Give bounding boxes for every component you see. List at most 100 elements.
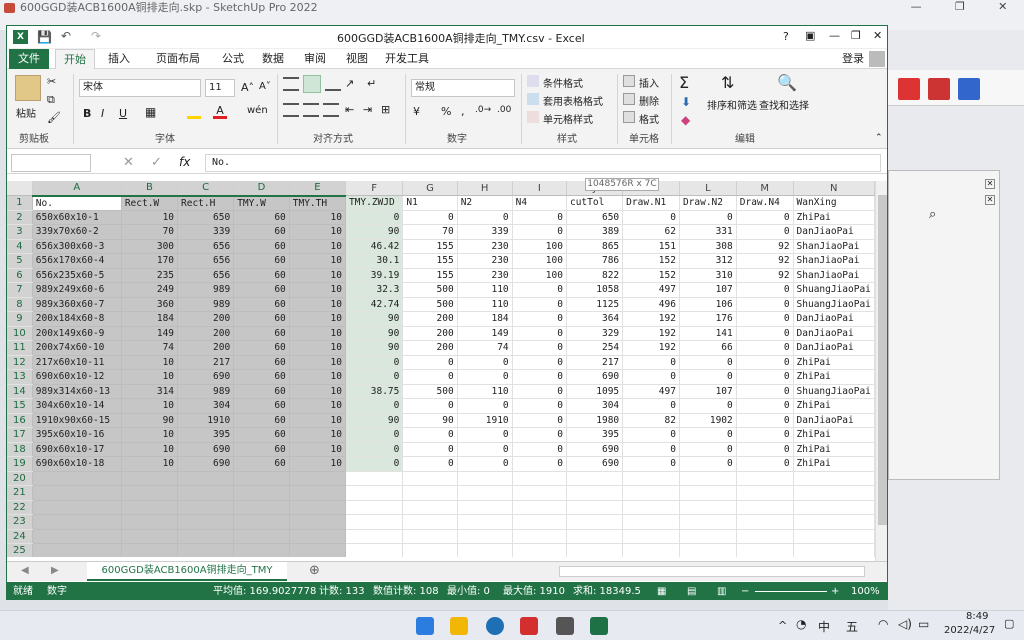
column-header[interactable]: D: [233, 181, 290, 197]
sort-filter-button[interactable]: 排序和筛选: [707, 97, 757, 112]
format-cells-button[interactable]: 格式: [639, 111, 659, 126]
cell[interactable]: Draw.N4: [736, 195, 794, 211]
cell[interactable]: 0: [345, 355, 404, 370]
tab-insert[interactable]: 插入: [99, 49, 139, 69]
cell[interactable]: 90: [345, 311, 404, 327]
cell[interactable]: DanJiaoPai: [793, 224, 875, 240]
cell[interactable]: 200x149x60-9: [32, 326, 122, 341]
cell[interactable]: TMY.W: [233, 195, 290, 211]
row-header[interactable]: 21: [7, 485, 33, 501]
cell[interactable]: [233, 514, 290, 530]
cell[interactable]: 110: [457, 297, 513, 312]
row-header[interactable]: 2: [7, 210, 33, 225]
cell[interactable]: [121, 471, 179, 486]
excel-taskbar-icon[interactable]: [590, 617, 608, 635]
column-header[interactable]: N: [793, 181, 875, 196]
zoom-out-icon[interactable]: −: [741, 582, 749, 599]
formula-input[interactable]: No.: [205, 154, 881, 172]
cell[interactable]: 110: [457, 282, 513, 298]
cell-style-icon[interactable]: [527, 111, 539, 123]
row-header[interactable]: 24: [7, 529, 33, 544]
wrap-text-icon[interactable]: ↵: [367, 77, 376, 90]
row-header[interactable]: 8: [7, 297, 33, 312]
column-header[interactable]: H: [457, 181, 513, 196]
volume-icon[interactable]: ◁): [898, 617, 912, 631]
restore-icon[interactable]: ❐: [955, 0, 965, 16]
cell[interactable]: DanJiaoPai: [793, 413, 875, 428]
paste-icon[interactable]: [15, 75, 41, 101]
cell[interactable]: Rect.H: [177, 195, 235, 211]
cell[interactable]: 312: [679, 253, 737, 269]
cell[interactable]: 0: [736, 224, 794, 240]
cell[interactable]: [793, 514, 875, 530]
cell[interactable]: 92: [736, 253, 794, 269]
cell[interactable]: 10: [289, 384, 346, 399]
cell-style-button[interactable]: 单元格样式: [543, 111, 593, 126]
cell[interactable]: 217x60x10-11: [32, 355, 122, 370]
cell[interactable]: [566, 485, 624, 501]
clock-time[interactable]: 8:49: [966, 611, 988, 622]
cell[interactable]: 0: [402, 210, 458, 225]
cell[interactable]: [289, 500, 346, 515]
cell[interactable]: Rect.W: [121, 195, 179, 211]
cell[interactable]: 1902: [679, 413, 737, 428]
cell[interactable]: 100: [512, 268, 567, 283]
cell[interactable]: [512, 529, 567, 544]
cell[interactable]: [793, 543, 875, 557]
cell[interactable]: 110: [457, 384, 513, 399]
cell[interactable]: [622, 471, 680, 486]
cell[interactable]: [345, 500, 404, 515]
cell[interactable]: 74: [121, 340, 179, 356]
tab-page-layout[interactable]: 页面布局: [145, 49, 211, 69]
align-bottom-icon[interactable]: [325, 77, 341, 91]
cell[interactable]: ShanJiaoPai: [793, 268, 875, 283]
currency-icon[interactable]: ¥: [413, 105, 420, 118]
cell[interactable]: [121, 543, 179, 557]
cell[interactable]: [457, 529, 513, 544]
column-header[interactable]: G: [402, 181, 458, 196]
cell[interactable]: ZhiPai: [793, 210, 875, 225]
prev-sheet-icon[interactable]: ◀: [21, 565, 29, 576]
cell[interactable]: 200: [402, 326, 458, 341]
cell[interactable]: 500: [402, 297, 458, 312]
cell[interactable]: 0: [736, 413, 794, 428]
page-break-view-icon[interactable]: ▥: [717, 582, 726, 599]
cell[interactable]: [457, 543, 513, 557]
tab-data[interactable]: 数据: [253, 49, 293, 69]
tab-developer[interactable]: 开发工具: [379, 49, 435, 69]
cell[interactable]: [345, 543, 404, 557]
percent-icon[interactable]: %: [441, 105, 451, 118]
cell[interactable]: 500: [402, 282, 458, 298]
cell[interactable]: 395x60x10-16: [32, 427, 122, 443]
cell[interactable]: N2: [457, 195, 513, 211]
cell[interactable]: 90: [121, 413, 179, 428]
cell[interactable]: 690x60x10-12: [32, 369, 122, 385]
cell[interactable]: 650: [566, 210, 624, 225]
align-top-icon[interactable]: [283, 77, 299, 91]
align-right-icon[interactable]: [323, 103, 339, 117]
cell[interactable]: 690: [566, 456, 624, 472]
cell[interactable]: [566, 529, 624, 544]
search-icon[interactable]: ⌕: [929, 207, 936, 222]
cell[interactable]: DanJiaoPai: [793, 311, 875, 327]
cancel-icon[interactable]: ✕: [123, 155, 134, 170]
cell[interactable]: [345, 485, 404, 501]
cell[interactable]: 656x170x60-4: [32, 253, 122, 269]
zoom-slider[interactable]: [755, 591, 827, 592]
cell[interactable]: [32, 485, 122, 501]
cell[interactable]: 0: [679, 398, 737, 414]
cell[interactable]: 0: [622, 442, 680, 457]
tab-home[interactable]: 开始: [55, 49, 95, 69]
cell[interactable]: [177, 543, 235, 557]
cell[interactable]: 90: [345, 340, 404, 356]
battery-icon[interactable]: ▭: [918, 617, 929, 631]
cell[interactable]: 0: [345, 442, 404, 457]
cell[interactable]: [622, 529, 680, 544]
cell[interactable]: ZhiPai: [793, 442, 875, 457]
cell[interactable]: 60: [233, 427, 290, 443]
cell[interactable]: 690: [566, 442, 624, 457]
align-middle-icon[interactable]: [303, 75, 321, 93]
cell[interactable]: 0: [457, 456, 513, 472]
cell[interactable]: [736, 543, 794, 557]
cell[interactable]: [233, 500, 290, 515]
